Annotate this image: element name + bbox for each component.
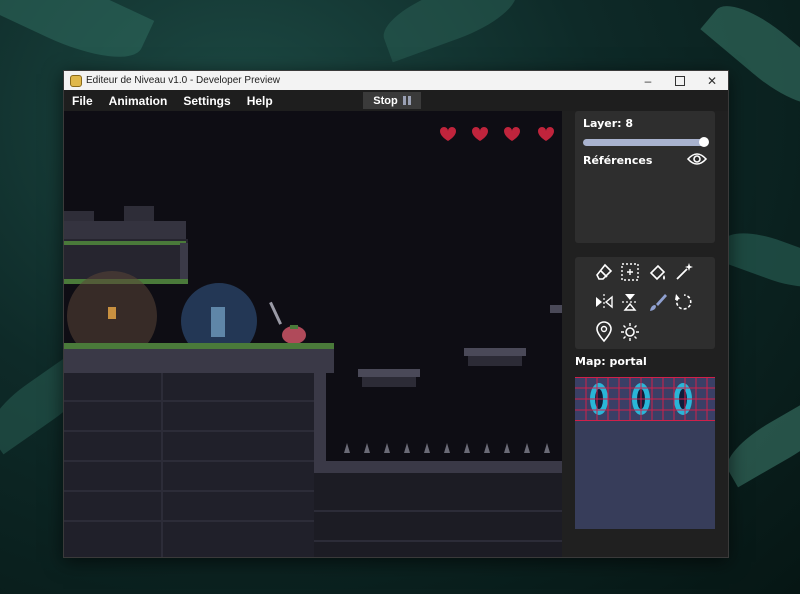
pause-icon	[402, 96, 411, 105]
layer-label: Layer: 8	[583, 117, 634, 130]
sun-icon[interactable]	[619, 321, 641, 343]
menu-file[interactable]: File	[64, 94, 101, 108]
map-tile-palette[interactable]	[575, 377, 715, 529]
player-character	[269, 301, 306, 344]
floating-platform-base	[468, 356, 522, 366]
portal-tiles[interactable]	[575, 377, 715, 421]
title-bar[interactable]: Editeur de Niveau v1.0 - Developer Previ…	[64, 71, 728, 90]
close-button[interactable]: ✕	[696, 71, 728, 90]
health-hearts	[440, 127, 554, 141]
maximize-button[interactable]	[664, 71, 696, 90]
rotate-icon[interactable]	[673, 291, 695, 313]
flip-horizontal-icon[interactable]	[593, 291, 615, 313]
slider-knob[interactable]	[699, 137, 709, 147]
maximize-icon	[675, 75, 685, 86]
sparkle-icon[interactable]	[673, 261, 695, 283]
select-icon[interactable]	[619, 261, 641, 283]
flip-vertical-icon[interactable]	[619, 291, 641, 313]
background-leaf	[375, 0, 525, 63]
fill-icon[interactable]	[647, 261, 669, 283]
heart-icon	[440, 127, 456, 141]
spikes	[344, 443, 550, 453]
stop-button[interactable]: Stop	[363, 92, 421, 109]
floating-platform	[464, 348, 526, 356]
minimize-button[interactable]: –	[632, 71, 664, 90]
location-pin-icon[interactable]	[593, 321, 615, 343]
layer-slider[interactable]	[583, 137, 709, 147]
upper-ruin	[64, 206, 188, 284]
background-leaf	[0, 0, 155, 76]
torch	[108, 307, 116, 319]
eraser-icon[interactable]	[593, 261, 615, 283]
layer-panel: Layer: 8 Références	[575, 111, 715, 243]
menu-bar: File Animation Settings Help Stop	[64, 90, 728, 111]
app-icon	[70, 74, 82, 87]
eye-icon[interactable]	[687, 152, 707, 166]
references-label: Références	[583, 154, 653, 167]
stop-label: Stop	[373, 94, 398, 107]
menu-help[interactable]: Help	[239, 94, 281, 108]
editor-window: Editeur de Niveau v1.0 - Developer Previ…	[63, 70, 729, 558]
heart-icon	[472, 127, 488, 141]
tools-panel	[575, 257, 715, 349]
floating-platform	[358, 369, 420, 377]
window-title: Editeur de Niveau v1.0 - Developer Previ…	[86, 75, 280, 86]
menu-animation[interactable]: Animation	[101, 94, 176, 108]
game-viewport[interactable]	[64, 111, 562, 557]
menu-settings[interactable]: Settings	[175, 94, 238, 108]
heart-icon	[504, 127, 520, 141]
checkpoint-stone	[211, 307, 225, 337]
background-leaf	[718, 392, 800, 488]
level-scene	[64, 127, 562, 557]
floating-platform	[550, 305, 562, 313]
background-leaf	[716, 222, 800, 298]
brush-icon[interactable]	[647, 291, 669, 313]
minimize-icon: –	[644, 73, 652, 88]
heart-icon	[538, 127, 554, 141]
map-label: Map: portal	[575, 355, 647, 368]
close-icon: ✕	[706, 73, 718, 88]
floating-platform-base	[362, 377, 416, 387]
